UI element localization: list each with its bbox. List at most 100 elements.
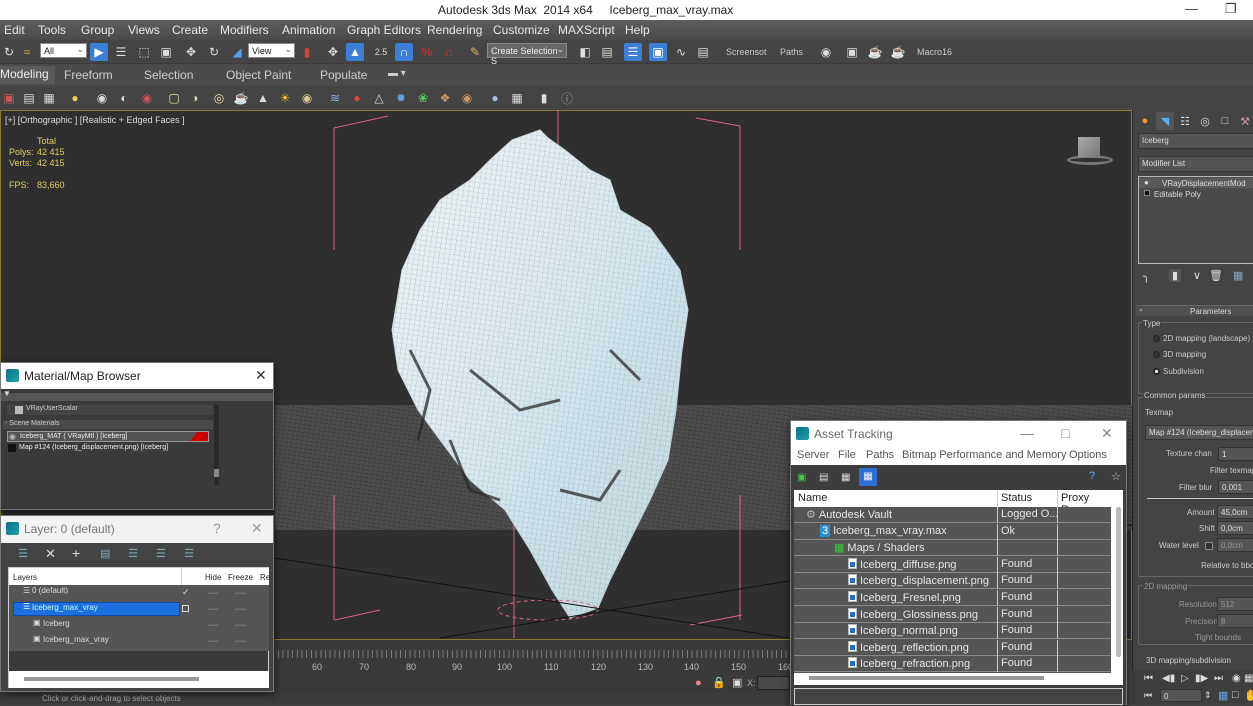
asset-row[interactable]: 3 Iceberg_max_vray.max Ok xyxy=(794,523,1111,540)
current-layer-checkbox[interactable] xyxy=(182,605,189,612)
layer-row[interactable]: ▣ Iceberg_max_vray — — xyxy=(9,633,269,649)
list-icon[interactable]: ▤ xyxy=(20,89,38,107)
rotate-icon[interactable]: ↻ xyxy=(205,43,223,61)
light-lister-icon[interactable]: ● xyxy=(66,89,84,107)
ies-light-icon[interactable]: ☕ xyxy=(232,89,250,107)
menu-rendering[interactable]: Rendering xyxy=(427,23,482,37)
hide-all-icon[interactable]: ☰ xyxy=(156,547,166,560)
restore-icon[interactable]: ❐ xyxy=(1225,1,1237,17)
viewport-icon[interactable]: ▣ xyxy=(0,89,18,107)
dome-light-icon[interactable]: ◗ xyxy=(187,89,205,107)
refresh-icon[interactable]: ▣ xyxy=(797,472,806,483)
shift-field[interactable]: 0,0cm xyxy=(1217,521,1253,535)
undo-icon[interactable]: ↻ xyxy=(0,43,18,61)
delete-layer-icon[interactable]: ✕ xyxy=(45,546,56,562)
material-sphere-icon[interactable]: ● xyxy=(486,89,504,107)
asset-row[interactable]: Iceberg_Glossiness.png Found xyxy=(794,606,1111,623)
spinner-snap-icon[interactable]: ∩ xyxy=(440,43,458,61)
hide-toggle[interactable]: — xyxy=(208,603,219,615)
search-bar[interactable]: ▼ xyxy=(1,389,273,401)
tab-freeform[interactable]: Freeform xyxy=(64,68,113,82)
key-mode-toggle-icon[interactable]: ⏮ xyxy=(1144,690,1152,701)
highlight-layer-icon[interactable]: ☰ xyxy=(128,547,138,560)
help-icon[interactable]: ⓘ xyxy=(558,89,576,107)
asset-row[interactable]: Iceberg_displacement.png Found xyxy=(794,573,1111,590)
utilities-tab-icon[interactable]: ⚒ xyxy=(1236,112,1253,130)
sun-icon[interactable]: ☀ xyxy=(276,89,294,107)
menu-graph-editors[interactable]: Graph Editors xyxy=(347,23,421,37)
tight-bounds-checkbox-label[interactable]: Tight bounds xyxy=(1195,633,1241,642)
rendered-frame-icon[interactable]: ☕ xyxy=(866,43,884,61)
show-end-result-icon[interactable]: ▮ xyxy=(1169,269,1182,282)
align-icon[interactable]: ▤ xyxy=(598,43,616,61)
radio-2d-mapping[interactable] xyxy=(1153,335,1160,342)
spot-light-icon[interactable]: ▲ xyxy=(254,89,272,107)
freeze-toggle[interactable]: — xyxy=(235,587,246,599)
table-view-icon[interactable]: ▦ xyxy=(859,468,877,486)
screenshot-button[interactable]: Screensot xyxy=(726,47,767,57)
column-render[interactable]: Re xyxy=(260,573,270,582)
asset-row[interactable]: Iceberg_diffuse.png Found xyxy=(794,556,1111,573)
menu-tools[interactable]: Tools xyxy=(38,23,66,37)
menu-bitmap-performance[interactable]: Bitmap Performance and Memory xyxy=(902,449,1066,461)
vray-camera-icon[interactable]: ◉ xyxy=(138,89,156,107)
material-editor-icon[interactable]: ◉ xyxy=(817,43,835,61)
remove-modifier-icon[interactable]: 🗑 xyxy=(1209,269,1223,282)
display-tab-icon[interactable]: □ xyxy=(1216,112,1234,130)
texture-chan-field[interactable]: 1 xyxy=(1218,447,1253,461)
menu-options[interactable]: Options xyxy=(1069,449,1107,461)
ambient-light-icon[interactable]: ◉ xyxy=(298,89,316,107)
pivot-center-icon[interactable]: ▮ xyxy=(298,43,316,61)
rectangle-selection-icon[interactable]: ⬚ xyxy=(135,43,153,61)
time-ruler[interactable]: 60 70 80 90 100 110 120 130 140 150 160 xyxy=(278,650,793,674)
time-config-icon[interactable]: ▦ xyxy=(1244,673,1253,684)
grass-icon[interactable]: ❀ xyxy=(414,89,432,107)
filter-texmap-checkbox-label[interactable]: Filter texmap xyxy=(1210,466,1253,475)
hide-toggle[interactable]: — xyxy=(208,635,219,647)
freeze-toggle[interactable]: — xyxy=(235,635,246,647)
frame-spinner-icon[interactable]: ⇕ xyxy=(1204,690,1212,701)
stack-item-vray-displacement[interactable]: ● VRayDisplacementMod xyxy=(1139,178,1253,188)
decal-icon[interactable]: ◉ xyxy=(458,89,476,107)
asset-row[interactable]: ⚙ Autodesk Vault Logged O... xyxy=(794,507,1111,523)
scale-icon[interactable]: ◢ xyxy=(228,43,246,61)
modifier-list-dropdown[interactable]: Modifier List xyxy=(1138,156,1253,172)
go-to-start-icon[interactable]: ⏮ xyxy=(1144,673,1153,684)
scene-material-item[interactable]: ◉ Iceberg_MAT ( VRayMtl ) [Iceberg] xyxy=(7,431,209,442)
minimize-icon[interactable]: — xyxy=(1185,1,1198,16)
zoom-extents-icon[interactable]: ▦ xyxy=(1218,689,1228,702)
relative-bbox-checkbox-label[interactable]: Relative to bbox xyxy=(1201,561,1253,570)
vault-help-icon[interactable]: ☆ xyxy=(1111,470,1121,483)
selection-filter-dropdown[interactable]: All ⌄ xyxy=(40,43,87,58)
next-frame-icon[interactable]: ▮▶ xyxy=(1195,673,1208,684)
thumbnail-view-icon[interactable]: ▦ xyxy=(841,472,850,483)
pin-icon[interactable]: ● xyxy=(695,677,702,689)
plane-icon[interactable]: △ xyxy=(370,89,388,107)
sphere-light-icon[interactable]: ◎ xyxy=(210,89,228,107)
help-icon[interactable]: ? xyxy=(1089,470,1095,482)
make-unique-icon[interactable]: ∨ xyxy=(1193,269,1201,282)
pan-icon[interactable]: ✋ xyxy=(1244,689,1253,702)
physical-camera-icon[interactable]: ◐ xyxy=(115,89,133,107)
go-to-end-icon[interactable]: ⏭ xyxy=(1214,673,1223,684)
menu-file[interactable]: File xyxy=(838,449,856,461)
scene-map-item[interactable]: Map #124 (Iceberg_displacement.png) [Ice… xyxy=(7,443,209,454)
resolution-field[interactable]: 512 xyxy=(1217,597,1253,611)
column-layers[interactable]: Layers xyxy=(13,573,37,582)
hair-icon[interactable]: ❖ xyxy=(436,89,454,107)
tab-object-paint[interactable]: Object Paint xyxy=(226,68,291,82)
asset-row[interactable]: Iceberg_reflection.png Found xyxy=(794,639,1111,656)
expand-icon[interactable] xyxy=(1144,190,1150,196)
paths-button[interactable]: Paths xyxy=(780,47,803,57)
asset-row[interactable]: Iceberg_normal.png Found xyxy=(794,623,1111,640)
horizontal-scrollbar[interactable] xyxy=(9,671,269,688)
modify-tab-icon[interactable]: ◥ xyxy=(1156,112,1174,130)
column-freeze[interactable]: Freeze xyxy=(228,573,253,582)
parameters-rollout-header[interactable]: - Parameters xyxy=(1136,304,1253,316)
minimize-icon[interactable]: — xyxy=(1020,425,1034,441)
radio-3d-mapping[interactable] xyxy=(1153,351,1160,358)
layer-manager-icon[interactable]: ☰ xyxy=(624,43,642,61)
percent-snap-icon[interactable]: % xyxy=(418,43,436,61)
list-item[interactable]: VRayUserScalar xyxy=(7,405,213,415)
render-elements-icon[interactable]: ▦ xyxy=(508,89,526,107)
